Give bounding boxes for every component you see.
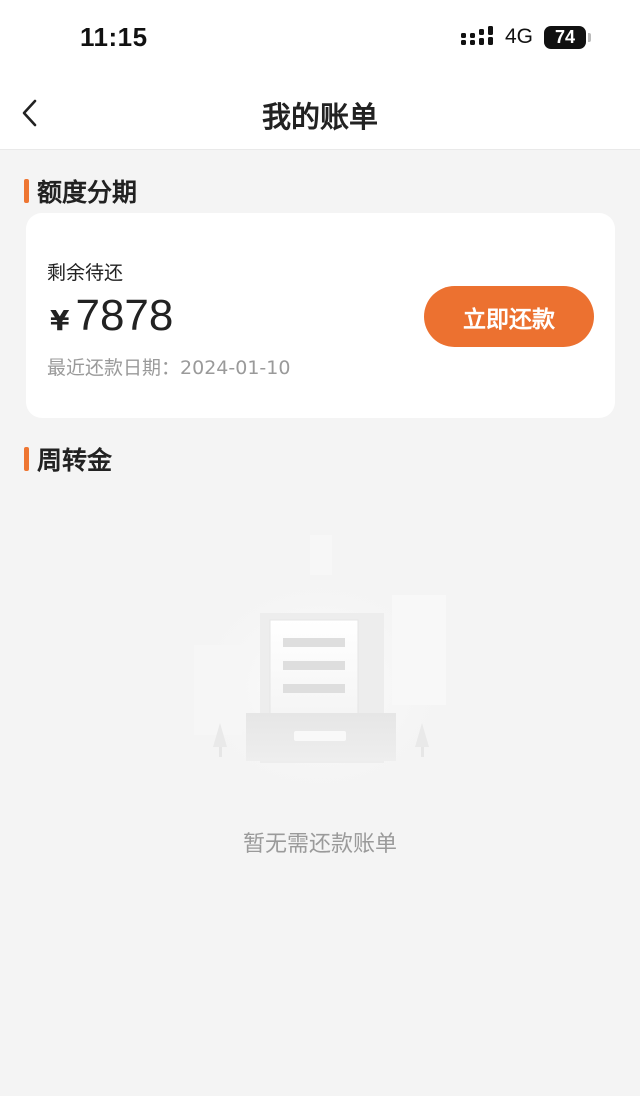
due-date-value: 2024-01-10 [180,357,291,379]
section-marker [24,447,29,471]
section-marker [24,179,29,203]
remaining-amount: ¥ 7878 [50,291,173,341]
section-installment-title: 额度分期 [24,173,137,209]
empty-state-text: 暂无需还款账单 [242,832,397,857]
network-type: 4G [505,25,534,48]
nav-bar: 我的账单 [0,76,640,150]
cellular-signal-icon [461,26,493,45]
currency-symbol: ¥ [50,304,70,337]
installment-card: 剩余待还 ¥ 7878 最近还款日期：2024-01-10 立即还款 [26,213,615,418]
due-date-label: 最近还款日期： [47,357,181,379]
due-date-line: 最近还款日期：2024-01-10 [47,353,290,380]
battery-tip [588,33,591,42]
page-title: 我的账单 [261,100,378,134]
repay-now-button[interactable]: 立即还款 [424,286,594,347]
battery-icon: 74 [544,26,586,49]
remaining-label: 剩余待还 [47,262,124,284]
section-installment-label: 额度分期 [37,178,138,207]
section-revolving-label: 周转金 [37,446,113,475]
empty-bill-illustration [185,535,455,790]
status-time: 11:15 [80,22,148,52]
section-revolving-title: 周转金 [24,441,112,477]
amount-value: 7878 [75,291,174,340]
status-bar: 11:15 4G 74 [0,0,640,76]
